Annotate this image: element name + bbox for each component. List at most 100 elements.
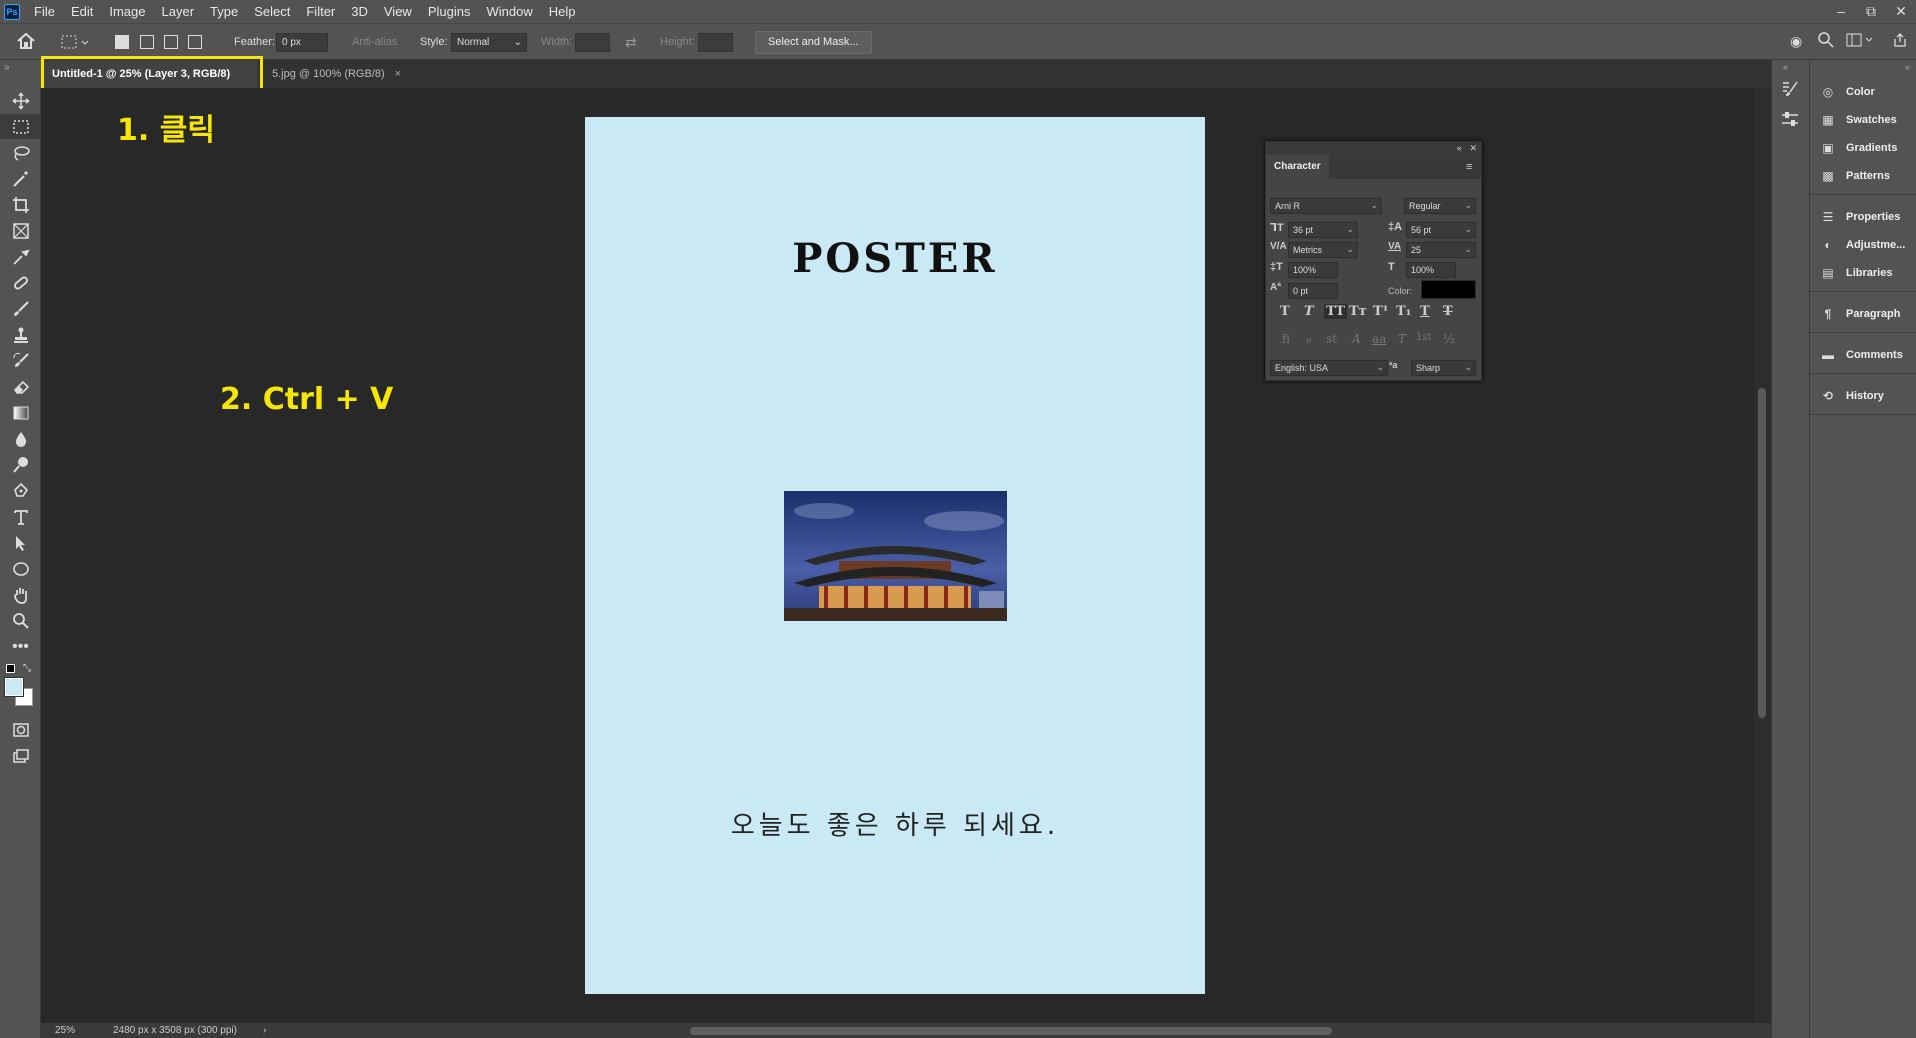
more-tools-icon[interactable]: ••• (0, 634, 41, 659)
marquee-preset-icon[interactable] (60, 34, 90, 55)
eyedropper-tool-icon[interactable] (0, 244, 41, 269)
panel-history[interactable]: ⟲ History (1810, 382, 1916, 410)
fractions-icon[interactable]: ½ (1443, 332, 1455, 346)
menu-file[interactable]: File (26, 0, 63, 23)
panel-paragraph[interactable]: ¶ Paragraph (1810, 300, 1916, 328)
faux-bold-icon[interactable]: T (1280, 304, 1290, 319)
dock-collapse-icon[interactable]: « (1783, 62, 1788, 72)
move-tool-icon[interactable] (0, 88, 41, 113)
intersect-selection-icon[interactable] (188, 35, 202, 49)
old-style-icon[interactable]: ℴ (1306, 332, 1312, 346)
pen-tool-icon[interactable] (0, 478, 41, 503)
swap-icon[interactable]: ⇄ (625, 34, 637, 51)
superscript-icon[interactable]: T¹ (1373, 304, 1388, 319)
faux-italic-icon[interactable]: T (1304, 304, 1314, 319)
menu-plugins[interactable]: Plugins (420, 0, 479, 23)
toolbar-collapse[interactable]: » (0, 60, 41, 88)
document-canvas[interactable]: POSTER 오늘도 좋은 하루 되세요. (585, 117, 1205, 994)
screen-mode-icon[interactable] (0, 743, 41, 768)
antialias-select[interactable]: Sharp ⌄ (1411, 360, 1476, 376)
marquee-tool-icon[interactable] (0, 114, 41, 139)
new-selection-icon[interactable] (115, 35, 129, 49)
collapse-icon[interactable]: « (1457, 143, 1462, 153)
brush-settings-icon[interactable] (1780, 80, 1800, 103)
titling-alternates-icon[interactable]: T (1398, 332, 1406, 346)
panel-properties[interactable]: ☰ Properties (1810, 203, 1916, 231)
language-select[interactable]: English: USA ⌄ (1270, 360, 1388, 376)
panel-patterns[interactable]: ▩ Patterns (1810, 162, 1916, 190)
hand-tool-icon[interactable] (0, 582, 41, 607)
share-icon[interactable] (1892, 32, 1908, 53)
eraser-tool-icon[interactable] (0, 374, 41, 399)
menu-type[interactable]: Type (202, 0, 246, 23)
history-brush-tool-icon[interactable] (0, 348, 41, 373)
horizontal-scale-input[interactable]: 100% (1406, 262, 1456, 278)
font-family-select[interactable]: Arni R ⌄ (1270, 198, 1382, 214)
width-input[interactable] (575, 33, 610, 52)
menu-3d[interactable]: 3D (343, 0, 376, 23)
panel-adjustments[interactable]: ◐ Adjustme... (1810, 231, 1916, 259)
type-tool-icon[interactable] (0, 504, 41, 529)
dock-expand-icon[interactable]: « (1905, 62, 1910, 72)
panel-libraries[interactable]: ▤ Libraries (1810, 259, 1916, 287)
status-menu-arrow[interactable]: › (263, 1023, 266, 1038)
feather-input[interactable]: 0 px (276, 33, 328, 52)
vertical-scrollbar[interactable] (1754, 88, 1771, 1023)
tracking-select[interactable]: 25 ⌄ (1406, 242, 1476, 258)
learn-icon[interactable]: ◉ (1790, 33, 1802, 50)
tab-5-jpg[interactable]: 5.jpg @ 100% (RGB/8) × (262, 60, 412, 88)
subtract-selection-icon[interactable] (164, 35, 178, 49)
discretionary-ligatures-icon[interactable]: st (1326, 332, 1337, 346)
menu-select[interactable]: Select (246, 0, 298, 23)
adjustment-sliders-icon[interactable] (1780, 110, 1800, 133)
ellipse-tool-icon[interactable] (0, 556, 41, 581)
search-icon[interactable] (1818, 32, 1834, 53)
font-size-input[interactable]: 36 pt ⌄ (1288, 222, 1358, 238)
menu-image[interactable]: Image (101, 0, 153, 23)
close-panel-icon[interactable]: ✕ (1469, 143, 1477, 153)
menu-filter[interactable]: Filter (298, 0, 343, 23)
ligatures-icon[interactable]: fi (1282, 332, 1290, 346)
restore-button[interactable]: ⧉ (1856, 0, 1886, 23)
add-selection-icon[interactable] (140, 35, 154, 49)
panel-comments[interactable]: ▬ Comments (1810, 341, 1916, 369)
workspace-icon[interactable] (1846, 33, 1874, 52)
panel-gradients[interactable]: ▣ Gradients (1810, 134, 1916, 162)
strikethrough-icon[interactable]: T (1443, 304, 1453, 319)
menu-view[interactable]: View (376, 0, 420, 23)
swash-icon[interactable]: A (1352, 332, 1361, 346)
magic-wand-tool-icon[interactable] (0, 166, 41, 191)
swap-colors-icon[interactable]: ⤡ (23, 663, 31, 674)
stylistic-alternates-icon[interactable]: aa (1372, 332, 1386, 346)
healing-brush-tool-icon[interactable] (0, 270, 41, 295)
leading-input[interactable]: 56 pt ⌄ (1406, 222, 1476, 238)
kerning-select[interactable]: Metrics ⌄ (1288, 242, 1358, 258)
palace-photo[interactable] (784, 491, 1007, 621)
zoom-tool-icon[interactable] (0, 608, 41, 633)
baseline-shift-input[interactable]: 0 pt (1288, 283, 1338, 299)
style-select[interactable]: Normal ⌄ (451, 33, 527, 52)
font-style-select[interactable]: Regular ⌄ (1404, 198, 1476, 214)
small-caps-icon[interactable]: Tт (1349, 304, 1367, 319)
menu-window[interactable]: Window (478, 0, 540, 23)
brush-tool-icon[interactable] (0, 296, 41, 321)
vertical-scroll-thumb[interactable] (1758, 388, 1766, 718)
crop-tool-icon[interactable] (0, 192, 41, 217)
home-icon[interactable] (16, 32, 36, 55)
subscript-icon[interactable]: T₁ (1396, 304, 1411, 319)
gradient-tool-icon[interactable] (0, 400, 41, 425)
underline-icon[interactable]: T (1420, 304, 1430, 319)
close-tab-icon[interactable]: × (395, 68, 401, 80)
tab-character[interactable]: Character (1266, 155, 1329, 179)
close-window-button[interactable]: ✕ (1886, 0, 1916, 23)
minimize-button[interactable]: – (1826, 0, 1856, 23)
vertical-scale-input[interactable]: 100% (1288, 262, 1338, 278)
frame-tool-icon[interactable] (0, 218, 41, 243)
select-and-mask-button[interactable]: Select and Mask... (755, 31, 872, 54)
menu-help[interactable]: Help (541, 0, 584, 23)
blur-tool-icon[interactable] (0, 426, 41, 451)
all-caps-icon[interactable]: TT (1324, 304, 1347, 319)
menu-edit[interactable]: Edit (63, 0, 101, 23)
panel-menu-icon[interactable]: ≡ (1466, 161, 1472, 173)
menu-layer[interactable]: Layer (154, 0, 203, 23)
